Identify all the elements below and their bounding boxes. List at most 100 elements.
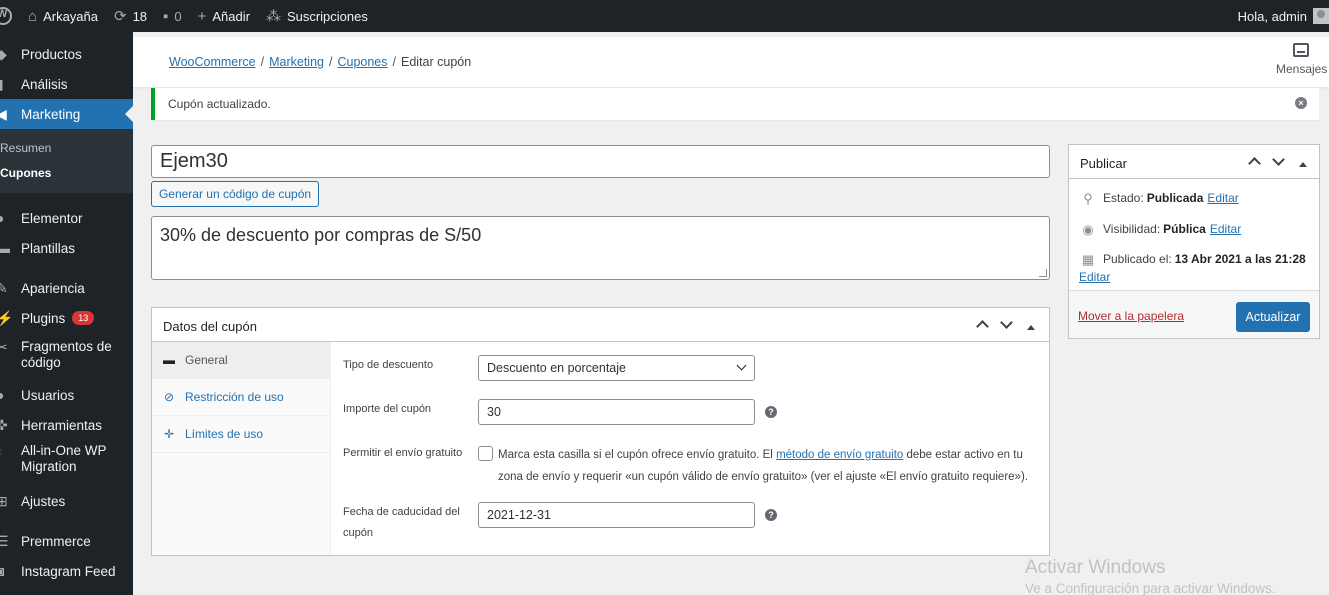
group-icon: ⁂ — [265, 7, 281, 25]
sidebar-item-ajustes[interactable]: ⊞ Ajustes — [0, 486, 133, 516]
subscriptions-label: Suscripciones — [286, 8, 368, 24]
sidebar-item-plugins[interactable]: ⚡ Plugins 13 — [0, 303, 133, 333]
sidebar-item-usuarios[interactable]: ● Usuarios — [0, 380, 133, 410]
eye-icon: ◉ — [1082, 222, 1094, 237]
visibility-row: ◉ Visibilidad: Pública Editar — [1080, 222, 1241, 238]
new-content-link[interactable]: + Añadir — [190, 0, 258, 32]
move-up-icon[interactable] — [975, 316, 991, 332]
messages-button[interactable]: Mensajes — [1276, 43, 1327, 76]
edit-visibility-link[interactable]: Editar — [1210, 222, 1241, 236]
free-shipping-checkbox[interactable] — [478, 446, 493, 461]
free-shipping-label: Permitir el envío gratuito — [343, 447, 463, 459]
coupon-description-textarea[interactable]: 30% de descuento por compras de S/50 — [151, 216, 1050, 280]
windows-activation-title: Activar Windows — [1025, 557, 1166, 578]
coupon-code-input[interactable]: Ejem30 — [151, 145, 1050, 178]
visibility-value: Pública — [1163, 222, 1206, 236]
tab-label: General — [185, 353, 228, 367]
site-name-link[interactable]: ⌂ Arkayaña — [20, 0, 106, 32]
status-value: Publicada — [1146, 191, 1204, 205]
sidebar-item-label: Fragmentos de código — [21, 339, 112, 370]
publish-box: Publicar ⚲ Estado: Publicada Editar ◉ Vi… — [1068, 144, 1320, 339]
user-icon: ● — [0, 387, 5, 403]
breadcrumb-cupones[interactable]: Cupones — [337, 55, 387, 69]
submenu-item-cupones[interactable]: Cupones — [0, 161, 133, 186]
sidebar-item-elementor[interactable]: ● Elementor — [0, 203, 133, 233]
breadcrumb-woocommerce[interactable]: WooCommerce — [169, 55, 256, 69]
publish-header: Publicar — [1069, 145, 1319, 179]
sidebar-item-premmerce[interactable]: ☰ Premmerce — [0, 526, 133, 556]
status-label: Estado: — [1103, 191, 1144, 205]
sidebar-item-plantillas[interactable]: ▬ Plantillas — [0, 233, 133, 263]
breadcrumb-current: Editar cupón — [401, 55, 472, 69]
wordpress-logo-button[interactable] — [0, 0, 20, 32]
sidebar-item-label: Plugins — [21, 310, 66, 326]
sidebar-item-instagram[interactable]: ◙ Instagram Feed — [0, 556, 133, 586]
discount-type-select[interactable]: Descuento en porcentaje — [478, 355, 755, 381]
updates-count: 18 — [132, 8, 148, 24]
wordpress-icon — [0, 7, 12, 25]
inbox-icon — [1293, 43, 1309, 57]
sidebar-item-label: Productos — [21, 46, 82, 62]
woocommerce-header: WooCommerce / Marketing / Cupones / Editar cup… — [133, 37, 1329, 87]
dismiss-icon[interactable]: × — [1295, 97, 1307, 109]
edit-date-link[interactable]: Editar — [1079, 270, 1110, 284]
update-button[interactable]: Actualizar — [1236, 302, 1310, 332]
updates-link[interactable]: ⟳ 18 — [106, 0, 155, 32]
tab-usage-limits[interactable]: ✛ Límites de uso — [152, 416, 330, 453]
free-shipping-method-link[interactable]: método de envío gratuito — [776, 449, 903, 461]
sidebar-item-fragmentos[interactable]: ✂ Fragmentos de código — [0, 333, 133, 380]
account-menu[interactable]: Hola, admin — [1230, 0, 1329, 32]
sidebar-item-label: Apariencia — [21, 280, 85, 296]
generate-coupon-code-button[interactable]: Generar un código de cupón — [151, 181, 319, 207]
coupon-data-title: Datos del cupón — [163, 319, 257, 334]
help-icon[interactable]: ? — [765, 509, 777, 521]
help-icon[interactable]: ? — [765, 406, 777, 418]
move-to-trash-link[interactable]: Mover a la papelera — [1078, 309, 1184, 323]
tab-general[interactable]: ▬ General — [152, 342, 330, 379]
toggle-panel-icon[interactable] — [1023, 316, 1039, 332]
site-name: Arkayaña — [43, 8, 98, 24]
move-down-icon[interactable] — [999, 316, 1015, 332]
block-icon: ⊘ — [163, 390, 175, 404]
bar-chart-icon: ▮ — [0, 76, 16, 93]
comments-link[interactable]: ▪ 0 — [155, 0, 190, 32]
sidebar-item-marketing[interactable]: ◀ Marketing — [0, 99, 133, 129]
sidebar-item-apariencia[interactable]: ✎ Apariencia — [0, 273, 133, 303]
sidebar-item-label: Usuarios — [21, 387, 75, 403]
subscriptions-link[interactable]: ⁂ Suscripciones — [258, 0, 376, 32]
sidebar-item-label: Instagram Feed — [21, 563, 116, 579]
admin-bar: ⌂ Arkayaña ⟳ 18 ▪ 0 + Añadir ⁂ Suscripci… — [0, 0, 1329, 32]
sidebar-item-label: Marketing — [21, 106, 81, 122]
resize-handle-icon[interactable] — [1039, 269, 1047, 277]
home-icon: ⌂ — [28, 7, 38, 25]
move-down-icon[interactable] — [1271, 153, 1287, 169]
coupon-amount-input[interactable]: 30 — [478, 399, 755, 425]
sidebar-item-productos[interactable]: ◆ Productos — [0, 39, 133, 69]
brush-icon: ✎ — [0, 279, 8, 296]
coupon-description-text: 30% de descuento por compras de S/50 — [160, 225, 482, 245]
success-notice: Cupón actualizado. × — [151, 88, 1319, 120]
sidebar-item-label: Elementor — [21, 210, 83, 226]
sidebar-item-label: Ajustes — [21, 493, 66, 509]
ticket-icon: ▬ — [163, 353, 175, 367]
sidebar-item-label: Análisis — [21, 76, 68, 92]
tab-usage-restriction[interactable]: ⊘ Restricción de uso — [152, 379, 330, 416]
published-row: ▦ Publicado el: 13 Abr 2021 a las 21:28 — [1080, 252, 1306, 268]
coupon-amount-label: Importe del cupón — [343, 403, 432, 415]
sidebar-item-herramientas[interactable]: ✜ Herramientas — [0, 410, 133, 440]
comment-icon: ▪ — [163, 7, 169, 25]
breadcrumb-marketing[interactable]: Marketing — [269, 55, 324, 69]
submenu-item-resumen[interactable]: Resumen — [0, 136, 133, 161]
camera-icon: ◙ — [0, 563, 5, 579]
edit-status-link[interactable]: Editar — [1207, 191, 1238, 205]
free-shipping-description: Marca esta casilla si el cupón ofrece en… — [493, 444, 1038, 488]
sidebar-item-analisis[interactable]: ▮ Análisis — [0, 69, 133, 99]
publish-actions: Mover a la papelera Actualizar — [1069, 290, 1319, 338]
plug-icon: ⚡ — [0, 309, 14, 326]
general-panel: Tipo de descuento Descuento en porcentaj… — [331, 342, 1049, 555]
move-up-icon[interactable] — [1247, 153, 1263, 169]
sidebar-item-all-in-one[interactable]: ◐ All-in-One WP Migration — [0, 440, 133, 486]
sidebar-item-label: Premmerce — [21, 533, 91, 549]
toggle-panel-icon[interactable] — [1295, 153, 1311, 169]
expiry-date-input[interactable]: 2021-12-31 — [478, 502, 755, 528]
